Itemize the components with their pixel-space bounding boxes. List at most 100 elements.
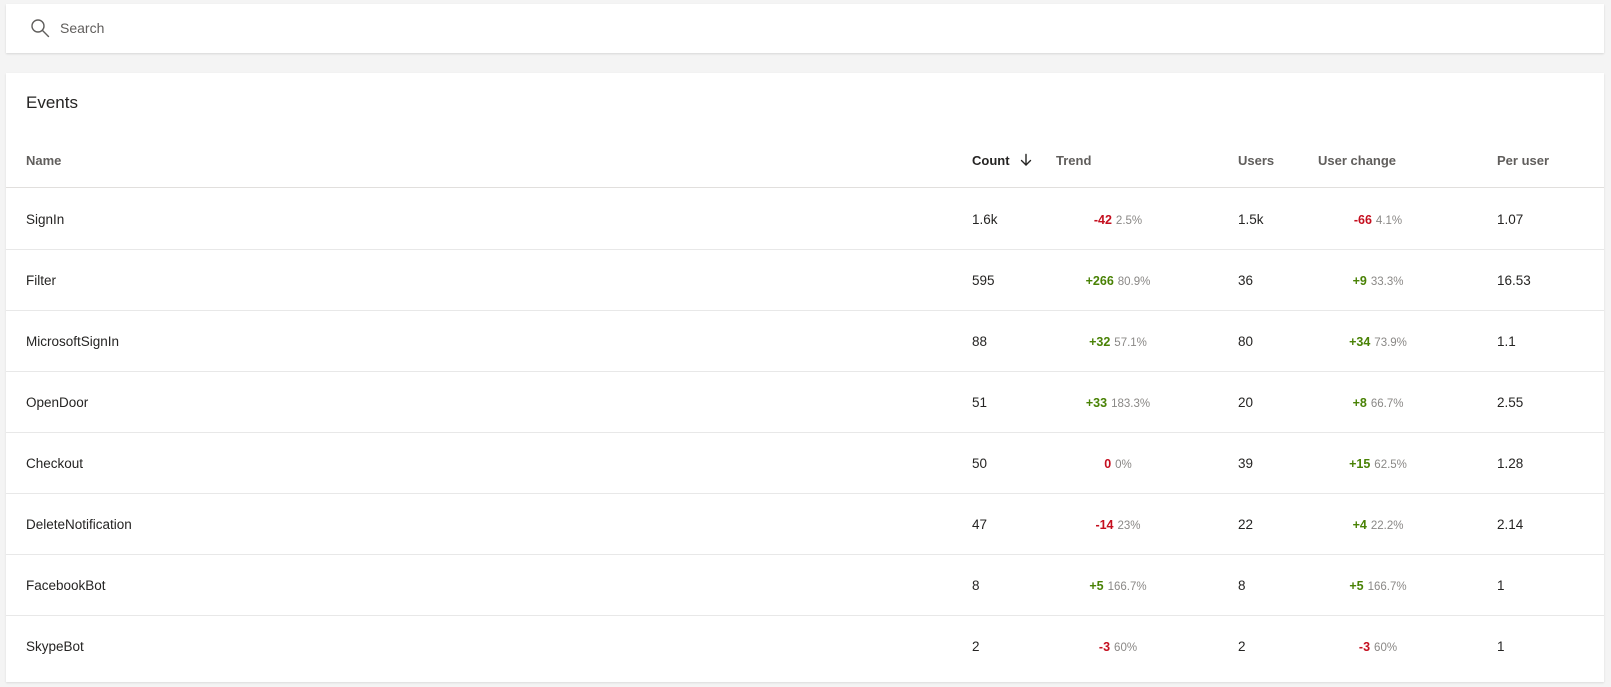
trend-percent: 80.9%: [1117, 276, 1151, 288]
user-change-delta: +34: [1349, 335, 1371, 349]
column-header-name[interactable]: Name: [26, 153, 61, 168]
event-users: 36: [1238, 273, 1254, 288]
event-users: 2: [1238, 639, 1246, 654]
panel-title: Events: [26, 93, 78, 112]
event-users: 39: [1238, 456, 1254, 471]
trend-delta: -3: [1098, 640, 1111, 654]
trend-delta: +32: [1089, 335, 1111, 349]
table-row[interactable]: OpenDoor 51 +33 183.3% 20 +8 66.7% 2.55: [6, 372, 1604, 433]
event-name: DeleteNotification: [26, 517, 132, 532]
user-change-cell: +4 22.2%: [1318, 517, 1438, 532]
column-header-trend[interactable]: Trend: [1056, 153, 1091, 168]
user-change-cell: -66 4.1%: [1318, 212, 1438, 227]
column-header-per-user[interactable]: Per user: [1497, 153, 1549, 168]
user-change-cell: +8 66.7%: [1318, 395, 1438, 410]
event-name: Filter: [26, 273, 56, 288]
trend-cell: +33 183.3%: [1058, 395, 1178, 410]
user-change-delta: +8: [1352, 396, 1367, 410]
user-change-cell: +9 33.3%: [1318, 273, 1438, 288]
user-change-percent: 73.9%: [1374, 337, 1407, 349]
event-count: 51: [972, 395, 988, 410]
event-per-user: 1.28: [1497, 456, 1524, 471]
event-users: 8: [1238, 578, 1246, 593]
event-per-user: 2.55: [1497, 395, 1524, 410]
event-per-user: 16.53: [1497, 273, 1531, 288]
table-row[interactable]: Filter 595 +266 80.9% 36 +9 33.3% 16.53: [6, 250, 1604, 311]
column-header-users[interactable]: Users: [1238, 153, 1274, 168]
user-change-delta: +15: [1349, 457, 1371, 471]
user-change-percent: 60%: [1374, 642, 1398, 654]
event-name: FacebookBot: [26, 578, 106, 593]
user-change-delta: +4: [1352, 518, 1367, 532]
event-per-user: 1.1: [1497, 334, 1516, 349]
trend-delta: +5: [1089, 579, 1104, 593]
event-per-user: 1.07: [1497, 212, 1524, 227]
search-input[interactable]: [60, 16, 660, 40]
table-row[interactable]: Checkout 50 0 0% 39 +15 62.5% 1.28: [6, 433, 1604, 494]
user-change-cell: +5 166.7%: [1318, 578, 1438, 593]
table-row[interactable]: SignIn 1.6k -42 2.5% 1.5k -66 4.1% 1.07: [6, 189, 1604, 250]
event-per-user: 1: [1497, 639, 1505, 654]
trend-percent: 0%: [1115, 459, 1132, 471]
column-header-user-change[interactable]: User change: [1318, 153, 1396, 168]
table-body: SignIn 1.6k -42 2.5% 1.5k -66 4.1% 1.07 Filter 59…: [6, 189, 1604, 677]
column-header-count-label: Count: [972, 153, 1010, 168]
event-name: Checkout: [26, 456, 84, 471]
trend-delta: +33: [1085, 396, 1108, 410]
trend-delta: +266: [1085, 274, 1114, 288]
event-users: 1.5k: [1238, 212, 1264, 227]
trend-delta: -42: [1093, 213, 1112, 227]
user-change-percent: 4.1%: [1375, 215, 1403, 227]
event-count: 88: [972, 334, 988, 349]
event-count: 47: [972, 517, 988, 532]
event-name: OpenDoor: [26, 395, 89, 410]
event-count: 50: [972, 456, 988, 471]
user-change-cell: +15 62.5%: [1318, 456, 1438, 471]
trend-cell: -3 60%: [1058, 639, 1178, 654]
table-row[interactable]: MicrosoftSignIn 88 +32 57.1% 80 +34 73.9% 1.1: [6, 311, 1604, 372]
trend-cell: +266 80.9%: [1058, 273, 1178, 288]
trend-cell: -42 2.5%: [1058, 212, 1178, 227]
event-users: 20: [1238, 395, 1254, 410]
user-change-delta: +5: [1349, 579, 1364, 593]
trend-cell: +5 166.7%: [1058, 578, 1178, 593]
event-count: 1.6k: [972, 212, 998, 227]
event-name: MicrosoftSignIn: [26, 334, 120, 349]
trend-percent: 183.3%: [1111, 398, 1151, 410]
event-count: 8: [972, 578, 980, 593]
table-header: Name Count Trend Users User change Per u…: [6, 138, 1604, 188]
table-row[interactable]: SkypeBot 2 -3 60% 2 -3 60% 1: [6, 616, 1604, 677]
trend-cell: +32 57.1%: [1058, 334, 1178, 349]
user-change-percent: 62.5%: [1374, 459, 1407, 471]
trend-percent: 57.1%: [1114, 337, 1147, 349]
events-panel: Events Name Count Trend Users User chang…: [6, 73, 1604, 682]
event-per-user: 2.14: [1497, 517, 1524, 532]
trend-percent: 2.5%: [1115, 215, 1143, 227]
user-change-delta: -3: [1358, 640, 1371, 654]
user-change-cell: +34 73.9%: [1318, 334, 1438, 349]
event-count: 2: [972, 639, 980, 654]
trend-percent: 166.7%: [1107, 581, 1147, 593]
user-change-percent: 66.7%: [1370, 398, 1404, 410]
search-icon: [31, 19, 50, 38]
table-row[interactable]: DeleteNotification 47 -14 23% 22 +4 22.2% 2.14: [6, 494, 1604, 555]
event-users: 22: [1238, 517, 1254, 532]
trend-percent: 23%: [1117, 520, 1141, 532]
trend-percent: 60%: [1114, 642, 1138, 654]
column-header-count[interactable]: Count: [972, 153, 1033, 168]
user-change-percent: 22.2%: [1370, 520, 1404, 532]
user-change-delta: -66: [1353, 213, 1372, 227]
user-change-percent: 166.7%: [1367, 581, 1407, 593]
user-change-cell: -3 60%: [1318, 639, 1438, 654]
user-change-delta: +9: [1352, 274, 1367, 288]
event-name: SkypeBot: [26, 639, 84, 654]
arrow-down-icon: [1020, 153, 1032, 166]
user-change-percent: 33.3%: [1370, 276, 1404, 288]
table-row[interactable]: FacebookBot 8 +5 166.7% 8 +5 166.7% 1: [6, 555, 1604, 616]
search-bar[interactable]: [6, 4, 1604, 53]
event-name: SignIn: [26, 212, 65, 227]
event-count: 595: [972, 273, 995, 288]
trend-delta: 0: [1104, 457, 1112, 471]
event-users: 80: [1238, 334, 1254, 349]
trend-cell: 0 0%: [1058, 456, 1178, 471]
